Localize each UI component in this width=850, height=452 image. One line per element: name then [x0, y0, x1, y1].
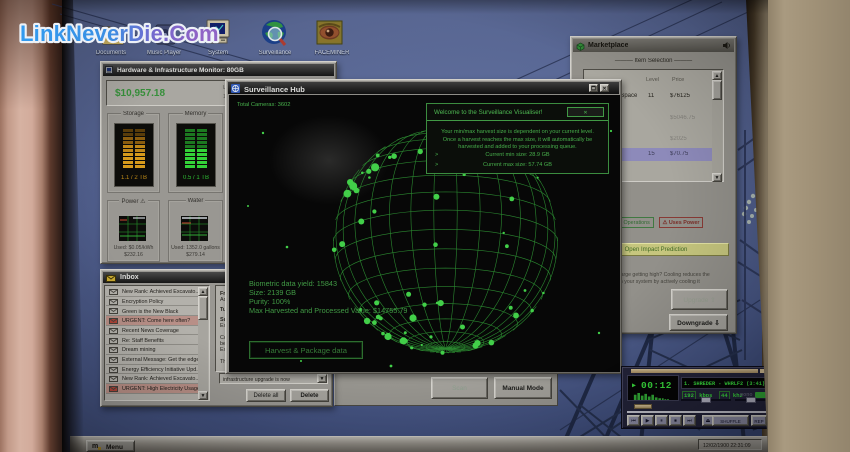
svg-text:LinkNeverDie.Com: LinkNeverDie.Com [20, 21, 219, 46]
